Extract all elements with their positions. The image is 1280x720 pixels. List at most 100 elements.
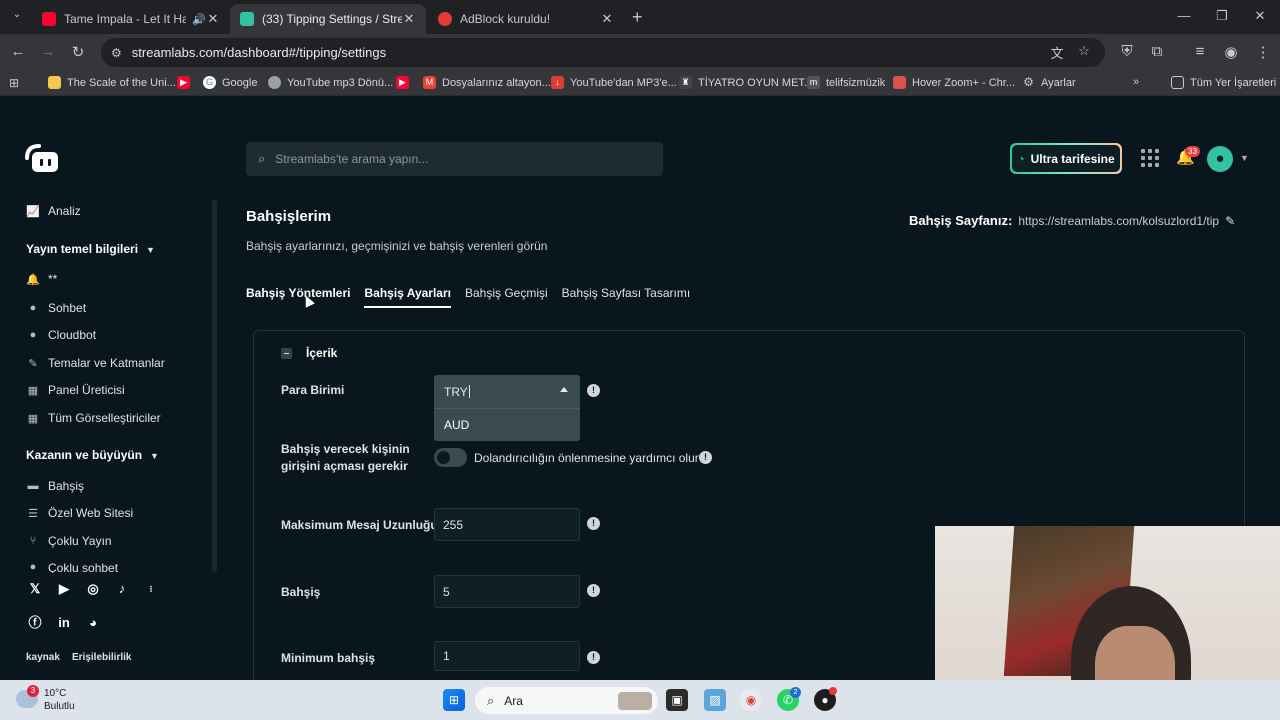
bookmark-item[interactable]: G Google [203,76,257,89]
sidebar-item-chat[interactable]: ● Sohbet [26,301,86,315]
sidebar-item-widgets[interactable]: ▦ Tüm Görselleştiriciler [26,411,161,425]
sidebar-item-panel-maker[interactable]: ▦ Panel Üreticisi [26,383,125,397]
bookmark-item[interactable]: ↓ YouTube'dan MP3'e... [551,76,677,89]
tip-input[interactable]: 5 [434,575,580,608]
bookmark-item[interactable]: ♜ TİYATRO OYUN MET... [679,76,813,89]
tab-youtube[interactable]: Tame Impala - Let It Happen 🔊 ✕ [32,4,230,34]
section-header[interactable]: İçerik [281,346,337,360]
tab-tip-methods[interactable]: Bahşiş Yöntemleri [246,286,350,308]
sidebar-section-earn-grow[interactable]: Kazanın ve büyüyün ▼ [26,448,159,462]
facebook-icon[interactable]: ⓕ [26,614,44,632]
bookmark-item[interactable]: m telifsizmüzik [807,76,885,89]
cloudbot-icon: ● [29,329,37,341]
bookmark-item[interactable]: ⚙ Ayarlar [1022,76,1076,89]
menu-icon[interactable]: ⋮ [1253,43,1273,61]
forward-icon[interactable]: → [38,43,58,60]
photos-icon[interactable]: ▨ [704,689,726,711]
taskbar-search[interactable]: ⌕ Ara [475,687,658,714]
sidebar-item-alerts[interactable]: 🔔 ** [26,272,57,286]
new-tab-button[interactable]: + [632,7,643,28]
weather-widget[interactable]: 3 10°C Bulutlu [16,685,75,713]
tab-streamlabs[interactable]: (33) Tipping Settings / Streamlabs ✕ [230,4,426,34]
x-twitter-icon[interactable]: 𝕏 [26,580,44,598]
tiktok-icon[interactable]: ♪ [113,580,131,598]
close-tab-icon[interactable]: ✕ [206,11,220,27]
bookmark-item[interactable]: ▶ [396,76,415,89]
chrome-icon[interactable]: ◉ [740,689,762,711]
tab-tip-settings[interactable]: Bahşiş Ayarları [364,286,451,308]
extensions-icon[interactable]: ⧉ [1147,43,1167,60]
ultra-upgrade-button[interactable]: ◔ Ultra tarifesine [1010,143,1122,174]
apps-grid-icon[interactable] [1141,149,1159,167]
source-link[interactable]: kaynak [26,652,60,663]
sidebar-section-stream-basics[interactable]: Yayın temel bilgileri ▼ [26,242,155,256]
bell-icon: 🔔 [26,273,40,286]
gmail-icon: M [423,76,436,89]
media-controls-icon[interactable]: ≡ [1190,43,1210,60]
tab-adblock[interactable]: AdBlock kuruldu! ✕ [428,4,624,34]
tab-search-icon[interactable]: ⌄ [8,9,26,25]
collapse-icon[interactable] [281,347,292,359]
site-info-icon[interactable]: ⚙ [111,46,122,60]
all-bookmarks[interactable]: Tüm Yer İşaretleri [1171,76,1276,89]
chevron-down-icon[interactable]: ▼ [1240,153,1249,163]
login-required-toggle[interactable] [434,448,467,467]
avatar[interactable]: ● [1207,146,1233,172]
bookmark-item[interactable]: The Scale of the Uni... [48,76,176,89]
restore-icon[interactable]: ❐ [1212,8,1232,24]
translate-icon[interactable]: 文 [1048,43,1066,62]
back-icon[interactable]: ← [8,43,28,60]
sidebar-item-tips[interactable]: ▬ Bahşiş [26,479,85,493]
shield-extension-icon[interactable]: ⛨ [1117,43,1137,60]
accessibility-link[interactable]: Erişilebilirlik [72,652,131,663]
apps-icon[interactable]: ⊞ [9,76,19,90]
currency-select[interactable]: TRY [434,375,580,408]
speaker-icon[interactable]: 🔊 [192,13,206,26]
task-view-icon[interactable]: ▣ [666,689,688,711]
edit-icon[interactable]: ✎ [1225,214,1235,228]
tip-page-url[interactable]: https://streamlabs.com/kolsuzlord1/tip [1018,214,1219,228]
bookmark-item[interactable]: M Dosyalarınız altayon... [423,76,551,89]
tab-title: Tame Impala - Let It Happen [64,12,186,26]
linkedin-icon[interactable]: in [55,614,73,632]
close-tab-icon[interactable]: ✕ [600,11,614,27]
minimum-tip-input[interactable]: 1 [434,641,580,671]
max-message-length-label: Maksimum Mesaj Uzunluğu [281,518,438,532]
youtube-icon[interactable]: ▶ [55,580,73,598]
sidebar-item-analytics[interactable]: 📈 Analiz [26,204,81,218]
bookmark-star-icon[interactable]: ☆ [1075,43,1093,59]
search-input[interactable]: ⌕ Streamlabs'te arama yapın... [246,142,663,176]
streamlabs-logo[interactable] [24,142,60,174]
info-icon[interactable]: ! [587,584,600,597]
more-bookmarks-icon[interactable]: » [1133,76,1139,88]
info-icon[interactable]: ! [587,651,600,664]
more-icon[interactable]: ⁝ [142,580,160,598]
sidebar-item-cloudbot[interactable]: ● Cloudbot [26,328,96,342]
sidebar-scrollbar[interactable] [212,200,217,572]
instagram-icon[interactable]: ◎ [84,580,102,598]
profile-icon[interactable]: ◉ [1221,43,1241,61]
info-icon[interactable]: ! [587,384,600,397]
windows-start-icon[interactable]: ⊞ [443,689,465,711]
close-tab-icon[interactable]: ✕ [402,11,416,27]
bookmark-item[interactable]: Hover Zoom+ - Chr... [893,76,1015,89]
currency-option[interactable]: AUD [434,408,580,441]
brush-icon: ✎ [28,357,38,370]
sidebar-item-themes[interactable]: ✎ Temalar ve Katmanlar [26,356,164,370]
tip-page-link: Bahşiş Sayfanız: https://streamlabs.com/… [909,213,1235,228]
max-message-length-input[interactable]: 255 [434,508,580,541]
sidebar-item-multistream[interactable]: ⑂ Çoklu Yayın [26,534,112,548]
minimize-icon[interactable]: — [1174,8,1194,23]
discord-icon[interactable]: ◕ [84,614,102,632]
address-bar[interactable]: ⚙ streamlabs.com/dashboard#/tipping/sett… [101,38,1105,67]
reload-icon[interactable]: ↻ [68,43,88,61]
bookmark-item[interactable]: ▶ [177,76,196,89]
close-window-icon[interactable]: ✕ [1250,8,1270,24]
bookmark-item[interactable]: YouTube mp3 Dönü... [268,76,393,89]
sidebar-item-website[interactable]: ☰ Özel Web Sitesi [26,506,133,520]
info-icon[interactable]: ! [587,517,600,530]
tab-tip-page-design[interactable]: Bahşiş Sayfası Tasarımı [562,286,691,308]
info-icon[interactable]: ! [699,451,712,464]
tab-tip-history[interactable]: Bahşiş Geçmişi [465,286,548,308]
sidebar-item-multichat[interactable]: ● Çoklu sohbet [26,561,118,573]
